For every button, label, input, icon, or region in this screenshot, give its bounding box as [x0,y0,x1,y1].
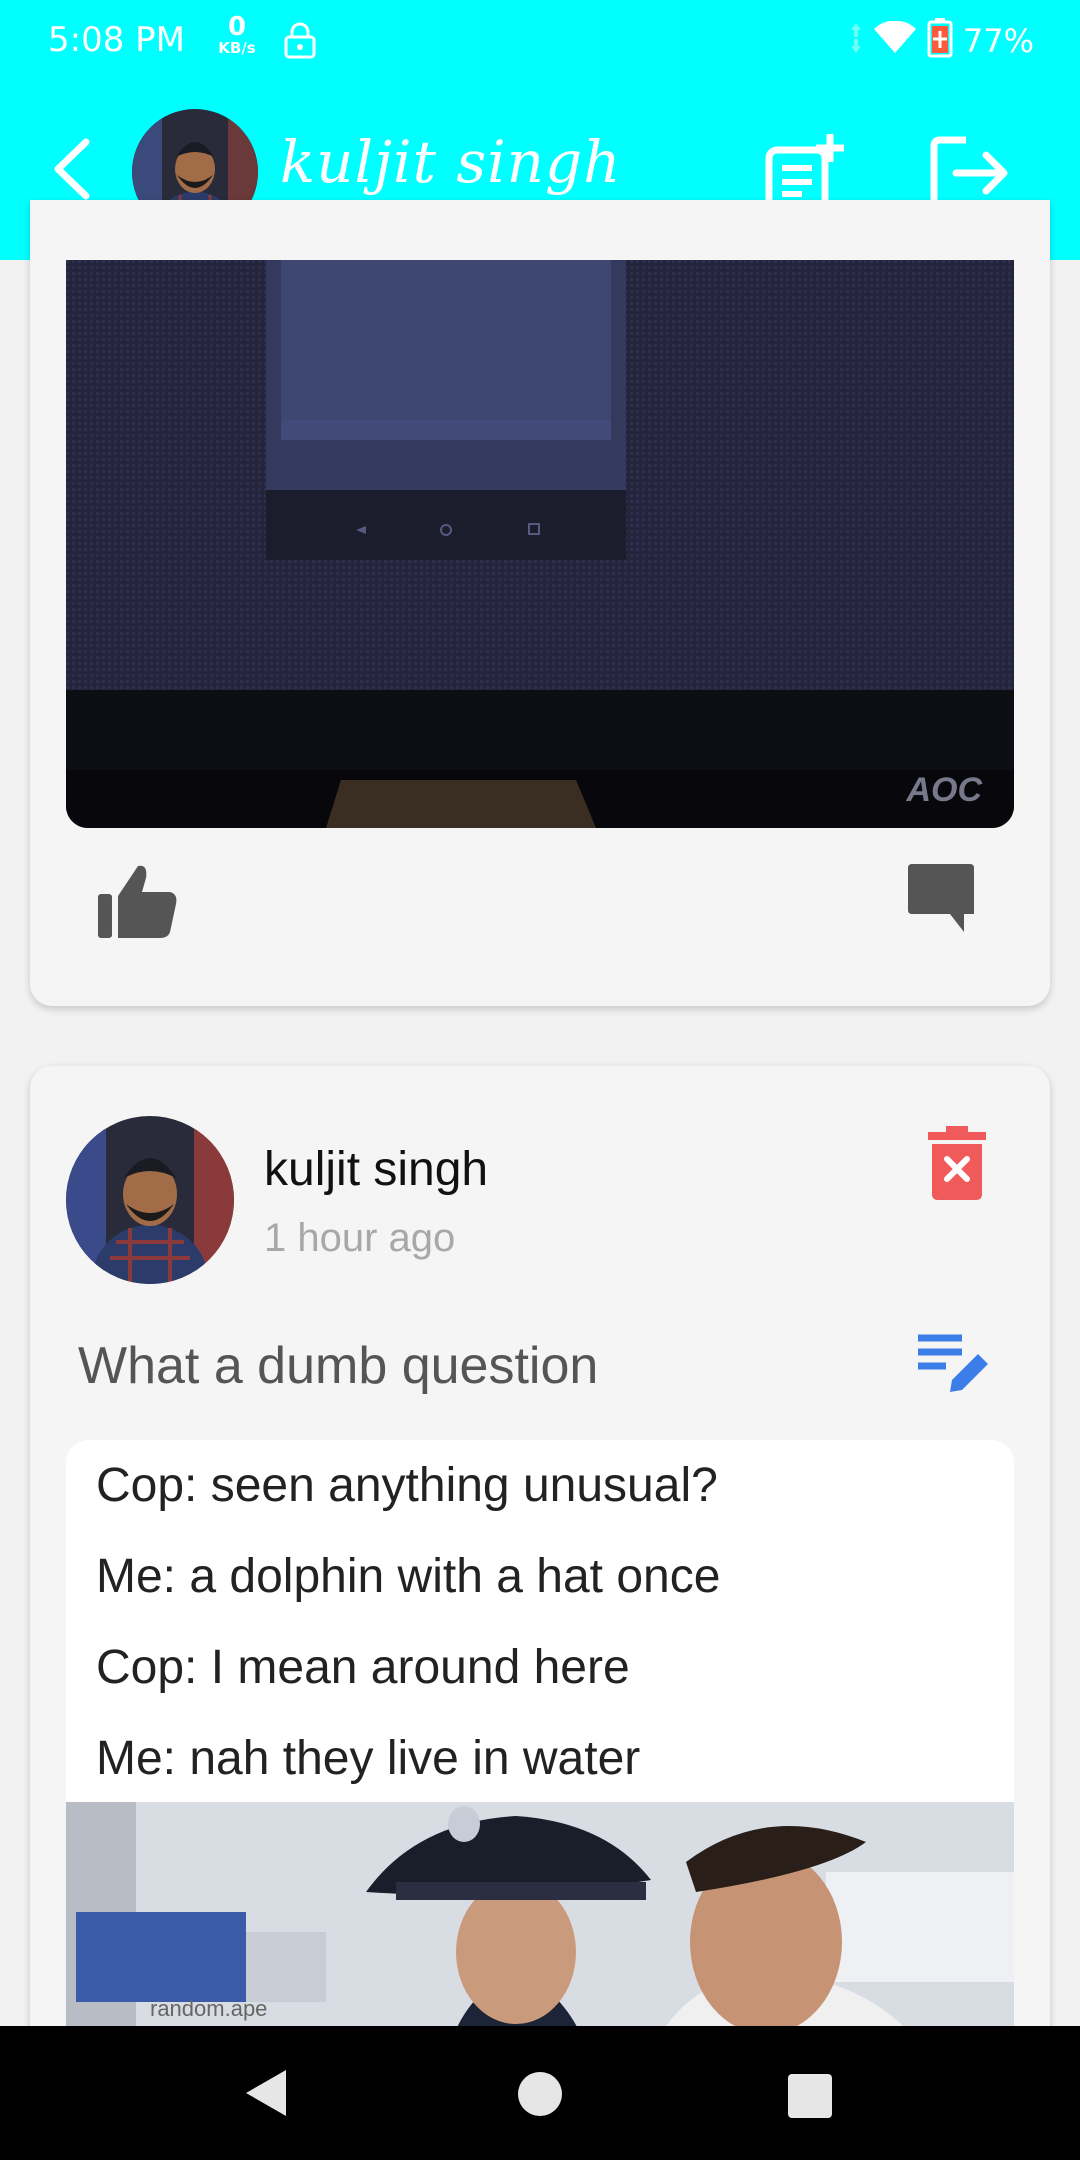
post-card: kuljit singh 1 hour ago What a dumb ques… [30,1066,1050,2066]
meme-watermark: random.ape [150,1996,268,2021]
wifi-icon [873,20,917,60]
thumbs-up-icon [98,865,177,938]
network-speed: 0 KB/s [212,14,262,56]
monitor-brand-label: AOC [906,771,982,809]
network-speed-unit: KB/s [218,39,256,57]
edit-post-button[interactable] [916,1332,992,1398]
post-image[interactable]: Cop: seen anything unusual? Me: a dolphi… [66,1440,1014,2066]
post-card: AOC [30,200,1050,1006]
battery-percent: 77% [962,21,1034,60]
status-bar: 5:08 PM 0 KB/s 77% [0,0,1080,84]
nav-back-button[interactable] [242,2068,290,2123]
delete-post-button[interactable] [926,1126,988,1202]
edit-note-icon [918,1334,988,1392]
meme-line: Cop: seen anything unusual? [96,1459,718,1512]
like-button[interactable] [96,860,180,942]
nav-back-icon [246,2070,286,2116]
post-caption: What a dumb question [78,1337,599,1395]
post-author-avatar[interactable] [66,1116,234,1284]
meme-line: Me: nah they live in water [96,1732,641,1785]
post-author-name[interactable]: kuljit singh [264,1142,488,1197]
system-nav-bar [0,2026,1080,2160]
comment-button[interactable] [904,862,978,936]
back-arrow-icon [54,138,90,200]
delete-icon [928,1126,986,1200]
status-right: 77% [849,18,1034,63]
post-timestamp: 1 hour ago [264,1216,456,1260]
network-speed-value: 0 [227,12,247,42]
lock-icon [283,22,317,65]
post-image[interactable]: AOC [66,260,1014,828]
comment-icon [908,864,974,932]
nav-home-button[interactable] [518,2072,562,2116]
logout-icon [930,136,1008,210]
signal-arrows-icon [849,21,863,60]
battery-icon [927,18,953,63]
nav-recents-button[interactable] [788,2074,832,2118]
logout-button[interactable] [930,136,1012,210]
meme-line: Me: a dolphin with a hat once [96,1550,721,1603]
back-button[interactable] [46,136,102,202]
page-title: kuljit singh [280,128,622,196]
meme-text: Cop: seen anything unusual? Me: a dolphi… [96,1440,996,1804]
meme-line: Cop: I mean around here [96,1641,630,1694]
status-time: 5:08 PM [48,20,185,60]
